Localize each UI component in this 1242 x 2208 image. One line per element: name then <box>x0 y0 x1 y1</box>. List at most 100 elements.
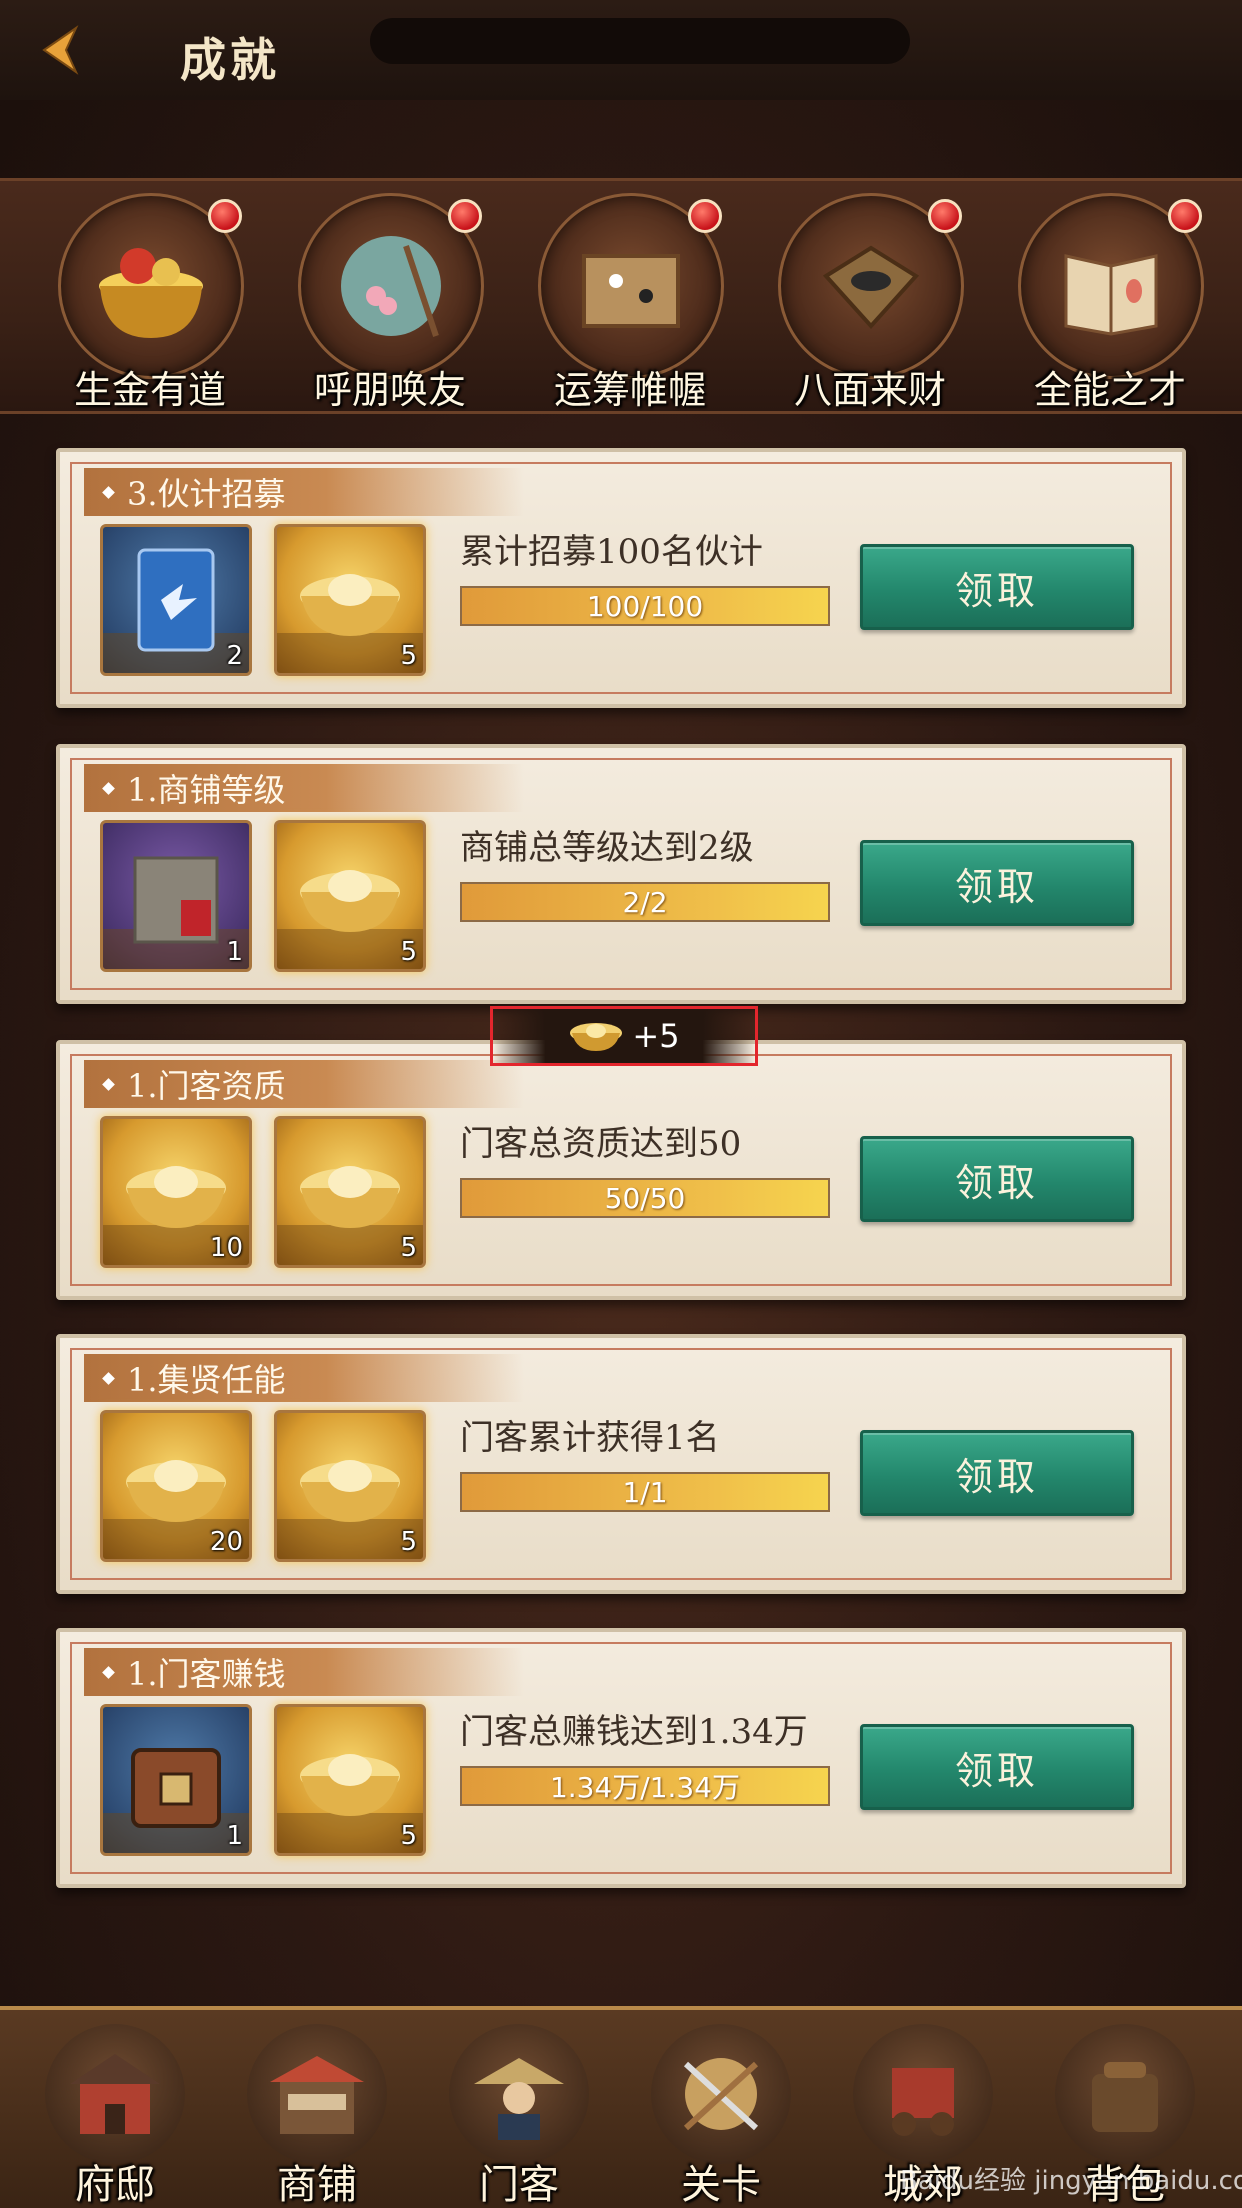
nav-menke[interactable]: 门客 <box>424 2024 614 2208</box>
reward-item[interactable]: 5 <box>274 1704 426 1856</box>
task-description: 门客累计获得1名 <box>460 1418 720 1458</box>
mansion-icon <box>45 2024 185 2164</box>
category-label: 呼朋唤友 <box>313 368 466 412</box>
claim-button-label: 领取 <box>954 864 1039 909</box>
red-dot-badge <box>448 199 482 233</box>
claim-button-label: 领取 <box>954 568 1039 613</box>
reward-count: 5 <box>400 937 417 967</box>
diamond-icon <box>102 1077 115 1091</box>
reward-item[interactable]: 1 <box>100 1704 252 1856</box>
claim-button[interactable]: 领取 <box>860 1136 1134 1222</box>
diamond-icon <box>102 781 115 795</box>
card-tag-text: 1.门客赚钱 <box>127 1655 286 1693</box>
nav-label: 府邸 <box>75 2162 155 2208</box>
category-label: 八面来财 <box>793 368 946 412</box>
progress-text: 100/100 <box>586 589 704 623</box>
claim-button[interactable]: 领取 <box>860 1724 1134 1810</box>
claim-button-label: 领取 <box>954 1160 1039 1205</box>
reward-count: 1 <box>226 937 243 967</box>
reward-count: 20 <box>209 1527 243 1557</box>
reward-count: 10 <box>209 1233 243 1263</box>
reward-item[interactable]: 10 <box>100 1116 252 1268</box>
red-dot-badge <box>208 199 242 233</box>
top-bar: 成就 <box>0 0 1242 100</box>
card-tag-text: 1.门客资质 <box>127 1067 286 1105</box>
diamond-icon <box>102 485 115 499</box>
nav-shangpu[interactable]: 商铺 <box>222 2024 412 2208</box>
page-title: 成就 <box>180 33 280 87</box>
nav-guanka[interactable]: 关卡 <box>626 2024 816 2208</box>
achievement-card: 1.门客赚钱 1 5 门客总赚钱达到1.34万 1.34万/1.34万 领取 <box>56 1628 1186 1888</box>
reward-count: 2 <box>226 641 243 671</box>
card-tag: 1.集贤任能 <box>84 1354 524 1402</box>
achievement-category-bar: 生金有道 呼朋唤友 运筹帷幄 八面来财 全能之才 <box>0 178 1242 414</box>
red-dot-badge <box>688 199 722 233</box>
nav-label: 门客 <box>479 2162 559 2208</box>
watermark: Baidu经验 jingyan.baidu.com <box>900 2166 1242 2196</box>
category-shengjin[interactable]: 生金有道 <box>40 193 260 413</box>
category-yunchou[interactable]: 运筹帷幄 <box>520 193 740 413</box>
task-description: 商铺总等级达到2级 <box>460 828 754 868</box>
reward-item[interactable]: 5 <box>274 1410 426 1562</box>
card-tag-text: 1.集贤任能 <box>127 1361 286 1399</box>
task-description: 累计招募100名伙计 <box>460 532 763 572</box>
reward-toast: +5 <box>490 1006 758 1066</box>
progress-bar: 1/1 <box>460 1472 830 1512</box>
reward-item[interactable]: 20 <box>100 1410 252 1562</box>
progress-bar: 50/50 <box>460 1178 830 1218</box>
nav-fudi[interactable]: 府邸 <box>20 2024 210 2208</box>
progress-text: 50/50 <box>604 1181 686 1215</box>
reward-count: 5 <box>400 1527 417 1557</box>
task-description: 门客总赚钱达到1.34万 <box>460 1712 808 1752</box>
claim-button-label: 领取 <box>954 1748 1039 1793</box>
card-tag-text: 3.伙计招募 <box>127 475 286 513</box>
shop-icon <box>247 2024 387 2164</box>
claim-button[interactable]: 领取 <box>860 1430 1134 1516</box>
reward-item[interactable]: 2 <box>100 524 252 676</box>
progress-bar: 100/100 <box>460 586 830 626</box>
header-banner <box>370 18 910 64</box>
diamond-icon <box>102 1665 115 1679</box>
progress-text: 1.34万/1.34万 <box>549 1771 741 1804</box>
stage-icon <box>651 2024 791 2164</box>
reward-item[interactable]: 1 <box>100 820 252 972</box>
achievement-card: 3.伙计招募 2 5 累计招募100名伙计 100/100 领取 <box>56 448 1186 708</box>
reward-count: 5 <box>400 641 417 671</box>
card-tag: 1.门客资质 <box>84 1060 524 1108</box>
red-dot-badge <box>1168 199 1202 233</box>
reward-count: 5 <box>400 1233 417 1263</box>
category-label: 全能之才 <box>1033 368 1186 412</box>
achievement-card: 1.集贤任能 20 5 门客累计获得1名 1/1 领取 <box>56 1334 1186 1594</box>
progress-text: 2/2 <box>622 885 668 919</box>
reward-item[interactable]: 5 <box>274 524 426 676</box>
achievement-card: 1.门客资质 10 5 门客总资质达到50 50/50 领取 <box>56 1040 1186 1300</box>
reward-count: 5 <box>400 1821 417 1851</box>
reward-item[interactable]: 5 <box>274 820 426 972</box>
nav-label: 商铺 <box>277 2162 357 2208</box>
category-hupeng[interactable]: 呼朋唤友 <box>280 193 500 413</box>
card-tag: 3.伙计招募 <box>84 468 524 516</box>
card-tag: 1.门客赚钱 <box>84 1648 524 1696</box>
back-button[interactable] <box>30 22 90 78</box>
back-arrow-icon <box>42 25 79 75</box>
task-description: 门客总资质达到50 <box>460 1124 742 1164</box>
toast-text: +5 <box>632 1017 680 1055</box>
claim-button[interactable]: 领取 <box>860 544 1134 630</box>
category-label: 生金有道 <box>73 368 226 412</box>
category-quanneng[interactable]: 全能之才 <box>1000 193 1220 413</box>
progress-bar: 2/2 <box>460 882 830 922</box>
retainer-icon <box>449 2024 589 2164</box>
diamond-icon <box>102 1371 115 1385</box>
carriage-icon <box>853 2024 993 2164</box>
progress-text: 1/1 <box>622 1475 668 1509</box>
backpack-icon <box>1055 2024 1195 2164</box>
gold-ingot-icon <box>570 1023 623 1051</box>
reward-item[interactable]: 5 <box>274 1116 426 1268</box>
claim-button-label: 领取 <box>954 1454 1039 1499</box>
nav-label: 关卡 <box>681 2162 761 2208</box>
claim-button[interactable]: 领取 <box>860 840 1134 926</box>
card-tag-text: 1.商铺等级 <box>127 771 286 809</box>
category-bamian[interactable]: 八面来财 <box>760 193 980 413</box>
category-label: 运筹帷幄 <box>553 368 706 412</box>
progress-bar: 1.34万/1.34万 <box>460 1766 830 1806</box>
